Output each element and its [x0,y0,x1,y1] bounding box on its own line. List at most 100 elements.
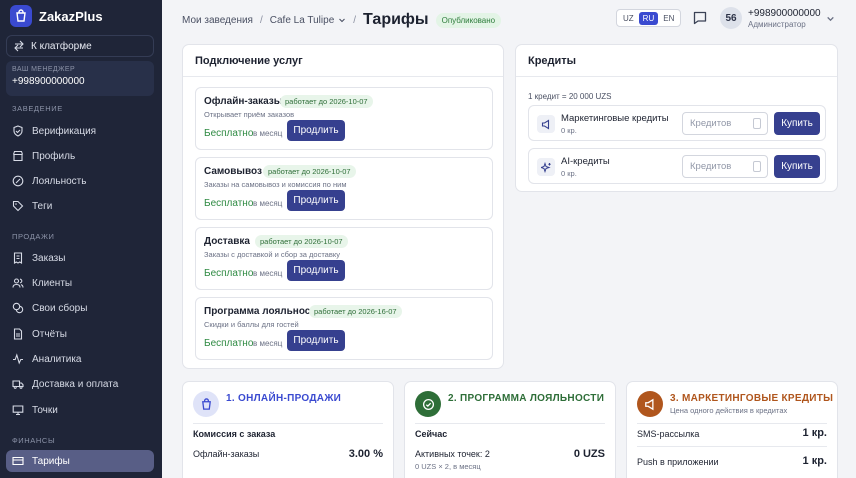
service-period: в месяц [253,339,283,348]
price-row-label: Push в приложении [637,457,719,467]
section-finance: ФИНАНСЫ [12,436,56,445]
manager-label: ВАШ МЕНЕДЖЕР [12,66,76,73]
tag-icon [12,200,24,212]
megaphone-icon [637,391,663,417]
loyalty-heading: Сейчас [415,429,448,439]
truck-icon [12,380,24,389]
lang-uz[interactable]: UZ [619,12,638,25]
sidebar-item-analytics[interactable]: Аналитика [6,348,154,370]
service-name: Офлайн-заказы [204,96,283,107]
service-price: Бесплатно [204,128,254,139]
breadcrumb-venues[interactable]: Мои заведения [182,15,253,26]
credit-name: Маркетинговые кредиты [561,113,669,124]
online-sales-card: 1. ОНЛАЙН-ПРОДАЖИ Комиссия с заказа Офла… [182,381,394,478]
divider [637,423,827,424]
breadcrumb-separator: / [353,14,357,26]
service-price: Бесплатно [204,338,254,349]
venue-selector[interactable]: Cafe La Tulipe [270,15,347,26]
service-period: в месяц [253,129,283,138]
lang-en[interactable]: EN [659,12,678,25]
section-venue: ЗАВЕДЕНИЕ [12,104,63,113]
service-price: Бесплатно [204,268,254,279]
price-row-value: 1 кр. [802,427,827,439]
stepper-icon[interactable] [753,118,761,129]
service-delivery: Доставка работает до 2026-10-07 Заказы с… [195,227,493,290]
breadcrumb: Мои заведения / Cafe La Tulipe / Тарифы … [182,0,502,40]
marketing-credits-input[interactable]: Кредитов [682,112,768,135]
renew-button[interactable]: Продлить [287,120,345,141]
commission-heading: Комиссия с заказа [193,429,276,439]
megaphone-icon [537,115,555,133]
sidebar-item-own-fees[interactable]: Свои сборы [6,297,154,319]
credits-card: Кредиты 1 кредит = 20 000 UZS Маркетинго… [515,44,838,192]
sidebar-item-loyalty[interactable]: Лояльность [6,170,154,192]
swap-arrows-icon [14,40,24,52]
service-period: в месяц [253,199,283,208]
service-badge: работает до 2026-10-07 [255,235,348,248]
service-description: Открывает приём заказов [204,110,295,119]
badge-check-icon [415,391,441,417]
shopping-bag-icon [10,5,32,27]
sidebar-item-tariffs[interactable]: Тарифы [6,450,154,472]
chat-icon[interactable] [692,10,708,26]
lang-ru[interactable]: RU [638,11,659,25]
sidebar-item-verification[interactable]: Верификация [6,120,154,142]
sidebar-item-label: Точки [32,404,58,416]
buy-ai-credits-button[interactable]: Купить [774,155,820,178]
sidebar-item-label: Верификация [32,125,97,137]
renew-button[interactable]: Продлить [287,260,345,281]
price-row-value: 1 кр. [802,455,827,467]
topbar: Мои заведения / Cafe La Tulipe / Тарифы … [162,0,856,40]
service-description: Заказы на самовывоз и комиссия по ним [204,180,347,189]
marketing-credits-subtitle: Цена одного действия в кредитах [670,406,788,415]
sidebar-item-orders[interactable]: Заказы [6,247,154,269]
manager-phone[interactable]: +998900000000 [12,76,148,87]
app-logo[interactable]: ZakazPlus [10,5,103,27]
manager-box: ВАШ МЕНЕДЖЕР +998900000000 [6,61,154,96]
sidebar-item-label: Профиль [32,150,76,162]
coins-icon [12,302,24,314]
sidebar-item-label: Лояльность [32,175,87,187]
sidebar-item-profile[interactable]: Профиль [6,145,154,167]
credit-row-marketing: Маркетинговые кредиты 0 кр. Кредитов Куп… [528,105,826,141]
renew-button[interactable]: Продлить [287,330,345,351]
price-row-label: SMS-рассылка [637,429,700,439]
avatar[interactable]: 56 [720,7,742,29]
shield-check-icon [13,125,23,137]
sidebar-item-clients[interactable]: Клиенты [6,272,154,294]
sidebar-item-delivery-payment[interactable]: Доставка и оплата [6,373,154,395]
loyalty-program-title: 2. ПРОГРАММА ЛОЯЛЬНОСТИ [448,393,605,404]
sidebar-item-tags[interactable]: Теги [6,195,154,217]
sidebar-item-label: Свои сборы [32,302,88,314]
sidebar-item-label: Заказы [32,252,66,264]
stepper-icon[interactable] [753,161,761,172]
section-sales: ПРОДАЖИ [12,232,55,241]
service-badge: работает до 2026-16-07 [309,305,402,318]
sidebar-item-points[interactable]: Точки [6,399,154,421]
breadcrumb-separator: / [259,14,263,26]
badge-percent-icon [12,175,24,187]
active-points-formula: 0 UZS × 2, в месяц [415,462,481,471]
renew-button[interactable]: Продлить [287,190,345,211]
service-badge: работает до 2026-10-07 [263,165,356,178]
sparkles-icon [537,158,555,176]
active-points-value: 0 UZS [573,448,605,460]
user-menu[interactable]: +998900000000 Администратор [748,8,821,29]
divider [637,446,827,447]
loyalty-program-card: 2. ПРОГРАММА ЛОЯЛЬНОСТИ Сейчас Активных … [404,381,616,478]
back-label: К клатформе [31,40,92,52]
service-name: Самовывоз [204,166,262,177]
sidebar-item-label: Клиенты [32,277,73,289]
sidebar-item-reports[interactable]: Отчёты [6,323,154,345]
credit-name: AI-кредиты [561,156,610,167]
shopping-bag-icon [193,391,219,417]
chevron-down-icon [339,18,346,23]
chevron-down-icon[interactable] [826,14,835,23]
users-icon [12,278,24,288]
receipt-icon [13,252,23,264]
services-title: Подключение услуг [183,45,503,77]
ai-credits-input[interactable]: Кредитов [682,155,768,178]
back-to-platform-button[interactable]: К клатформе [6,35,154,57]
buy-marketing-credits-button[interactable]: Купить [774,112,820,135]
service-offline-orders: Офлайн-заказы работает до 2026-10-07 Отк… [195,87,493,150]
